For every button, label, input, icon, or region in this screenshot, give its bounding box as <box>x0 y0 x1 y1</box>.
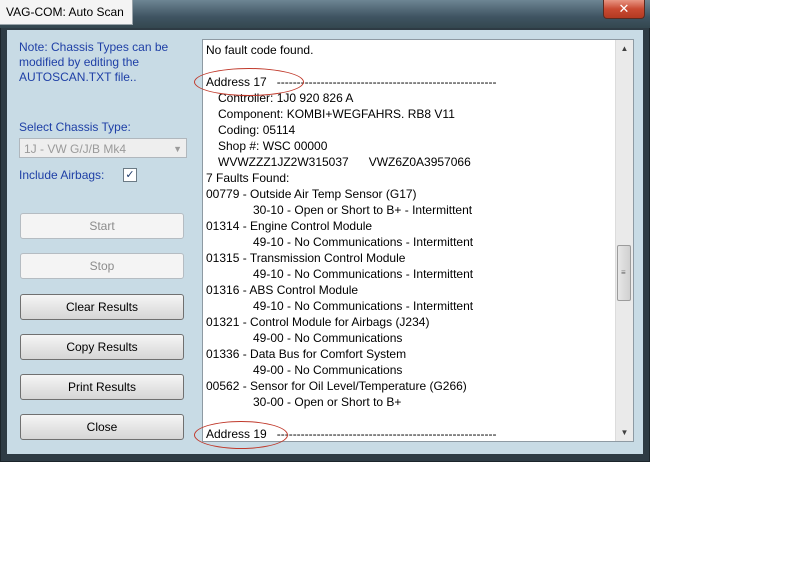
result-line: Coding: 05114 <box>218 123 296 137</box>
result-line: 30-00 - Open or Short to B+ <box>253 395 402 409</box>
result-line: Component: KOMBI+WEGFAHRS. RB8 V11 <box>218 107 455 121</box>
select-chassis-label: Select Chassis Type: <box>19 120 131 134</box>
grip-icon: ≡ <box>621 268 626 277</box>
result-line: 00562 - Sensor for Oil Level/Temperature… <box>206 379 467 393</box>
chassis-note: Note: Chassis Types can be modified by e… <box>19 40 169 84</box>
result-line: 49-00 - No Communications <box>253 331 403 345</box>
result-line: No fault code found. <box>206 43 314 57</box>
scroll-up-icon[interactable]: ▲ <box>616 40 633 57</box>
result-line: 7 Faults Found: <box>206 171 290 185</box>
include-airbags-label: Include Airbags: <box>19 168 105 182</box>
chevron-down-icon: ▼ <box>173 144 182 154</box>
client-area: Note: Chassis Types can be modified by e… <box>7 30 643 454</box>
result-line: 49-10 - No Communications - Intermittent <box>253 235 474 249</box>
result-line: 00779 - Outside Air Temp Sensor (G17) <box>206 187 417 201</box>
stop-button[interactable]: Stop <box>20 253 184 279</box>
include-airbags-checkbox[interactable]: ✓ <box>123 168 137 182</box>
result-line: 01315 - Transmission Control Module <box>206 251 406 265</box>
result-line: 30-10 - Open or Short to B+ - Intermitte… <box>253 203 473 217</box>
chassis-type-select[interactable]: 1J - VW G/J/B Mk4 ▼ <box>19 138 187 158</box>
autoscan-window: VAG-COM: Auto Scan ✕ Note: Chassis Types… <box>0 0 650 462</box>
result-line: 01336 - Data Bus for Comfort System <box>206 347 407 361</box>
close-button[interactable]: Close <box>20 414 184 440</box>
result-line: Shop #: WSC 00000 <box>218 139 328 153</box>
start-button[interactable]: Start <box>20 213 184 239</box>
clear-results-button[interactable]: Clear Results <box>20 294 184 320</box>
result-line: 01321 - Control Module for Airbags (J234… <box>206 315 430 329</box>
window-title: VAG-COM: Auto Scan <box>0 0 133 25</box>
print-results-button[interactable]: Print Results <box>20 374 184 400</box>
annotation-ellipse-address-19 <box>194 421 288 449</box>
result-line: 01314 - Engine Control Module <box>206 219 373 233</box>
close-icon[interactable]: ✕ <box>603 0 645 19</box>
scroll-thumb[interactable]: ≡ <box>617 245 631 301</box>
title-bar[interactable]: VAG-COM: Auto Scan ✕ <box>0 0 650 28</box>
results-scrollbar[interactable]: ▲ ≡ ▼ <box>615 40 633 441</box>
result-line: WVWZZZ1JZ2W315037 VWZ6Z0A3957066 <box>218 155 471 169</box>
results-textbox[interactable]: No fault code found. Address 17 ---------… <box>202 39 634 442</box>
results-text: No fault code found. Address 17 ---------… <box>206 42 611 441</box>
result-line: 49-10 - No Communications - Intermittent <box>253 299 474 313</box>
result-line: 49-00 - No Communications <box>253 363 403 377</box>
result-line: 01316 - ABS Control Module <box>206 283 359 297</box>
annotation-ellipse-address-17 <box>194 68 304 96</box>
result-line: 49-10 - No Communications - Intermittent <box>253 267 474 281</box>
copy-results-button[interactable]: Copy Results <box>20 334 184 360</box>
scroll-down-icon[interactable]: ▼ <box>616 424 633 441</box>
chassis-type-value: 1J - VW G/J/B Mk4 <box>24 142 127 156</box>
